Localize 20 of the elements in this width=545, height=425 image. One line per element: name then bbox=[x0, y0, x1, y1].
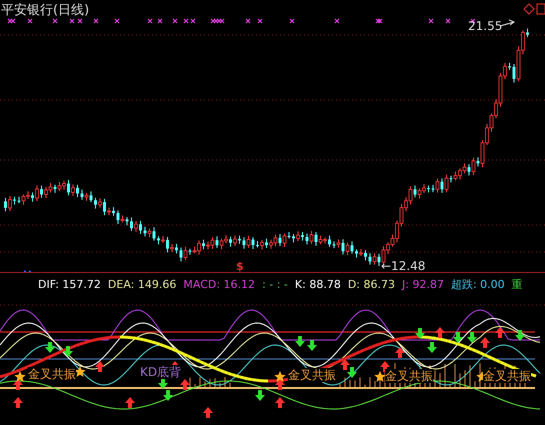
signal-label: 金叉共振 bbox=[28, 367, 76, 381]
signal-label: KD底背 bbox=[140, 365, 182, 379]
indicator-value: : - : - bbox=[262, 278, 288, 290]
chart-title: 平安银行(日线) bbox=[1, 2, 90, 19]
indicator-value: 超跌: 0.00 bbox=[450, 276, 505, 292]
indicator-value: MACD: 16.12 bbox=[183, 278, 256, 290]
indicator-value: D: 86.73 bbox=[348, 278, 396, 290]
diamond-icon[interactable] bbox=[523, 3, 535, 15]
signal-label: 金叉共振 bbox=[385, 369, 433, 383]
high-arrow-icon bbox=[500, 20, 516, 26]
indicator-value: K: 88.78 bbox=[294, 278, 341, 290]
signal-label: 金叉共振 bbox=[483, 369, 531, 383]
signal-label: 金叉共振 bbox=[288, 368, 336, 382]
low-price-label: ←12.48 bbox=[381, 261, 426, 272]
indicator-value: DIF: 157.72 bbox=[38, 278, 101, 290]
indicator-value: J: 92.87 bbox=[402, 278, 444, 290]
indicator-value: DEA: 149.66 bbox=[108, 278, 176, 290]
high-price-label: 21.55 bbox=[468, 19, 502, 33]
indicator-value: 重 bbox=[512, 276, 523, 292]
signal-mark: $ bbox=[236, 262, 244, 272]
